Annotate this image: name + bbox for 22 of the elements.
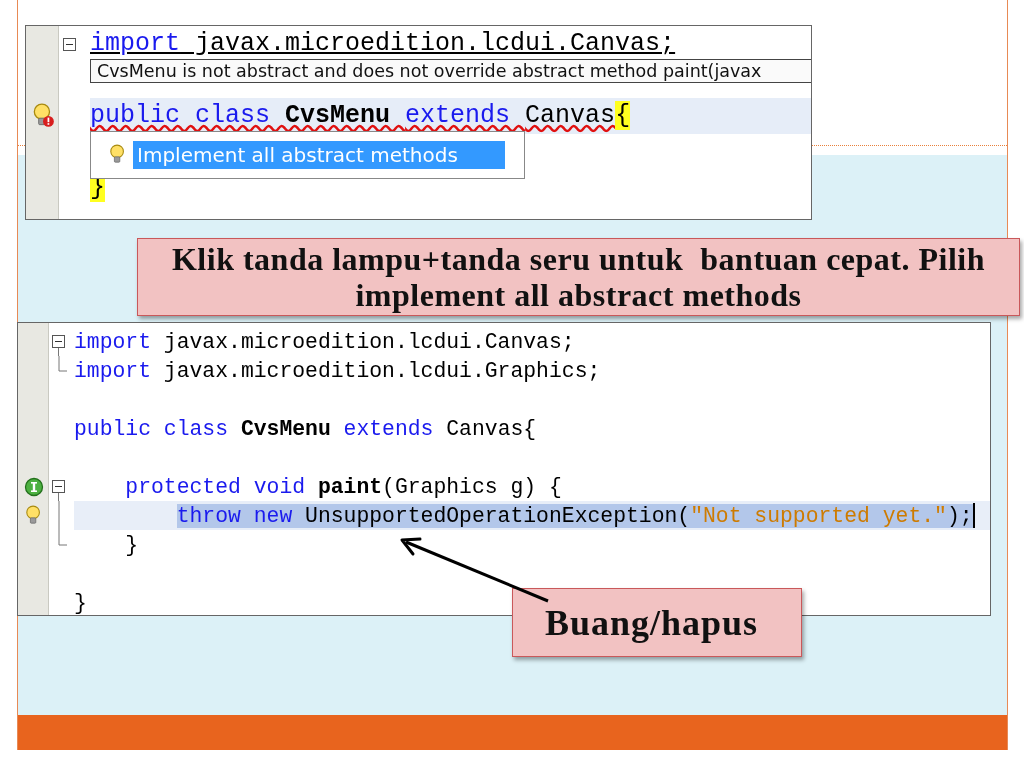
fold-guide-line <box>57 356 67 372</box>
fold-toggle[interactable] <box>63 38 76 51</box>
hint-item[interactable]: Implement all abstract methods <box>133 141 505 169</box>
lightbulb-icon <box>109 144 127 166</box>
callout-text: Klik tanda lampu+tanda seru untuk bantuan cepat. Pilih <box>170 241 987 277</box>
code-line: } <box>125 531 139 558</box>
callout-text: implement all abstract methods <box>354 277 803 313</box>
code-line: public class CvsMenu extends Canvas{ <box>90 101 631 131</box>
error-tooltip: CvsMenu is not abstract and does not override abstract method paint(javax <box>90 59 811 83</box>
code-line: import javax.microedition.lcdui.Graphics; <box>74 357 601 384</box>
fold-toggle[interactable] <box>52 335 65 356</box>
callout-text: Buang/hapus <box>545 604 760 641</box>
code-line: public class CvsMenu extends Canvas{ <box>74 415 537 442</box>
code-line: import javax.microedition.lcdui.Canvas; <box>74 328 575 355</box>
code-line: throw new UnsupportedOperationException("Not supported yet."); <box>176 502 973 529</box>
error-lightbulb-icon[interactable] <box>31 103 54 129</box>
code-line: protected void paint(Graphics g) { <box>125 473 562 500</box>
code-line: } <box>74 589 87 615</box>
lightbulb-icon[interactable] <box>24 504 43 527</box>
code-line: import javax.microedition.lcdui.Canvas; <box>90 29 676 59</box>
letter-i-circle-icon[interactable] <box>23 476 44 497</box>
fold-toggle[interactable] <box>52 480 65 501</box>
